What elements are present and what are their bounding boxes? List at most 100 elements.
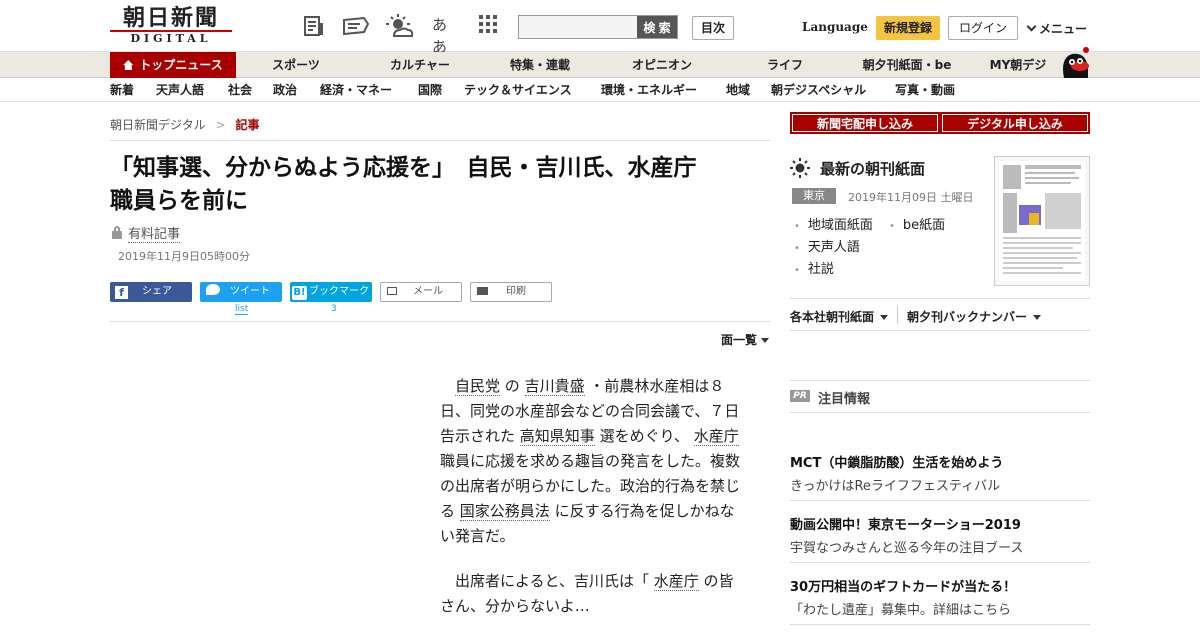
nav-item-life[interactable]: ライフ <box>750 52 820 78</box>
divider <box>790 624 1090 625</box>
caret-down-icon <box>761 338 770 343</box>
digital-subscribe-button[interactable]: デジタル申し込み <box>940 112 1090 134</box>
dropdown-label: 朝夕刊バックナンバー <box>907 310 1028 324</box>
nav-item-sports[interactable]: スポーツ <box>260 52 332 78</box>
back-number-dropdown[interactable]: 朝夕刊バックナンバー <box>907 308 1042 325</box>
menu-button[interactable]: メニュー <box>1026 20 1088 37</box>
subnav-item-politics[interactable]: 政治 <box>273 78 297 102</box>
twitter-share-button[interactable]: ツイート <box>200 282 282 302</box>
caret-down-icon <box>1033 315 1042 320</box>
nav-item-top-news[interactable]: トップニュース <box>110 52 236 78</box>
hatena-icon: B! <box>292 286 307 300</box>
nav-item-opinion[interactable]: オピニオン <box>622 52 702 78</box>
pr-badge: PR <box>790 390 810 402</box>
keyword-link[interactable]: 水産庁 <box>653 572 699 591</box>
article-title: 「知事選、分からぬよう応援を」 自民・吉川氏、水産庁 職員らを前に <box>110 152 770 218</box>
search-input[interactable] <box>519 16 637 38</box>
divider <box>110 321 770 322</box>
nav-item-culture[interactable]: カルチャー <box>380 52 460 78</box>
link-editorial[interactable]: 社説 <box>794 258 834 277</box>
newspaper-icon[interactable] <box>302 14 326 38</box>
pr-item-subtitle: きっかけはReライフフェスティバル <box>790 479 1001 494</box>
print-label: 印刷 <box>506 286 526 297</box>
subnav-item-economy[interactable]: 経済・マネー <box>320 78 392 102</box>
subnav-item-international[interactable]: 国際 <box>418 78 442 102</box>
weather-icon[interactable] <box>386 14 414 38</box>
tag-icon[interactable] <box>342 14 370 38</box>
subnav-item-region[interactable]: 地域 <box>726 78 750 102</box>
sub-nav: 新着 天声人語 社会 政治 経済・マネー 国際 テック＆サイエンス 環境・エネル… <box>0 78 1200 102</box>
regional-editions-dropdown[interactable]: 各本社朝刊紙面 <box>790 308 889 325</box>
breadcrumb-home[interactable]: 朝日新聞デジタル <box>110 118 206 132</box>
newspaper-delivery-button[interactable]: 新聞宅配申し込み <box>790 112 940 134</box>
dropdown-label: 各本社朝刊紙面 <box>790 310 875 324</box>
mascot-icon[interactable] <box>1056 44 1092 80</box>
keyword-link[interactable]: 吉川貴盛 <box>524 377 585 396</box>
main-nav: トップニュース スポーツ カルチャー 特集・連載 オピニオン ライフ 朝夕刊紙面… <box>0 47 1200 78</box>
subnav-item-tech[interactable]: テック＆サイエンス <box>464 78 572 102</box>
print-button[interactable]: 印刷 <box>470 282 552 302</box>
nav-item-newspaper[interactable]: 朝夕刊紙面・be <box>852 52 962 78</box>
site-header: 朝日新聞 DIGITAL ああ 検 索 目次 Language 新規登録 ログイ… <box>0 0 1200 56</box>
hatena-label: ブックマーク <box>309 286 369 297</box>
login-button[interactable]: ログイン <box>948 16 1018 40</box>
paid-article-label[interactable]: 有料記事 <box>112 223 181 243</box>
register-button[interactable]: 新規登録 <box>876 16 940 40</box>
subnav-item-tenseijingo[interactable]: 天声人語 <box>156 78 204 102</box>
body-text: の <box>504 377 520 395</box>
article-body: 自民党 の 吉川貴盛 ・前農林水産相は８日、同党の水産部会などの合同会議で、７日… <box>440 374 746 639</box>
mail-share-button[interactable]: メール <box>380 282 462 302</box>
search-button[interactable]: 検 索 <box>637 16 677 38</box>
hatena-bookmark-button[interactable]: B! ブックマーク <box>290 282 372 302</box>
breadcrumb-current: 記事 <box>235 118 260 132</box>
keyword-link[interactable]: 高知県知事 <box>519 427 595 446</box>
divider <box>790 412 1090 413</box>
toc-button[interactable]: 目次 <box>692 16 734 40</box>
link-tenseijingo[interactable]: 天声人語 <box>794 236 860 255</box>
pr-item-subtitle: 「わたし遺産」募集中。詳細はこちら <box>790 603 1012 618</box>
nav-item-my-asadigi[interactable]: MY朝デジ <box>980 52 1056 78</box>
page-list-dropdown[interactable]: 面一覧 <box>721 331 770 348</box>
link-be-page[interactable]: be紙面 <box>889 214 945 233</box>
breadcrumb-separator: > <box>215 118 226 132</box>
home-icon <box>123 60 134 70</box>
site-logo[interactable]: 朝日新聞 DIGITAL <box>110 6 232 46</box>
keyword-link[interactable]: 国家公務員法 <box>459 502 550 521</box>
breadcrumb: 朝日新聞デジタル > 記事 <box>110 116 260 133</box>
article-paragraph: 自民党 の 吉川貴盛 ・前農林水産相は８日、同党の水産部会などの合同会議で、７日… <box>440 374 746 549</box>
pr-item-title[interactable]: 30万円相当のギフトカードが当たる！ <box>790 576 1016 595</box>
facebook-share-label: シェア <box>142 286 172 297</box>
font-size-icon[interactable]: ああ <box>432 14 456 56</box>
subnav-item-society[interactable]: 社会 <box>228 78 252 102</box>
language-link[interactable]: Language <box>802 20 868 34</box>
title-line-1: 「知事選、分からぬよう応援を」 自民・吉川氏、水産庁 <box>110 155 697 181</box>
subnav-item-latest[interactable]: 新着 <box>110 78 134 102</box>
subnav-item-photo-video[interactable]: 写真・動画 <box>895 78 955 102</box>
body-text: 選をめぐり、 <box>599 427 689 445</box>
nav-item-features[interactable]: 特集・連載 <box>500 52 580 78</box>
hatena-count: 3 <box>331 304 337 314</box>
article-date: 2019年11月9日05時00分 <box>118 250 250 263</box>
link-regional-page[interactable]: 地域面紙面 <box>794 214 873 233</box>
newspaper-preview-image <box>999 161 1085 281</box>
title-line-2: 職員らを前に <box>110 188 248 214</box>
logo-main: 朝日新聞 <box>122 5 219 31</box>
pr-item-subtitle: 宇賀なつみさんと巡る今年の注目ブース <box>790 541 1024 556</box>
subnav-item-environment[interactable]: 環境・エネルギー <box>601 78 697 102</box>
subnav-item-special[interactable]: 朝デジスペシャル <box>771 78 866 102</box>
lock-icon <box>112 226 122 239</box>
keyword-link[interactable]: 水産庁 <box>693 427 739 446</box>
keyword-link[interactable]: 自民党 <box>455 377 501 396</box>
divider <box>790 298 1090 299</box>
pr-item-title[interactable]: 動画公開中！東京モーターショー2019 <box>790 514 1021 533</box>
twitter-share-label: ツイート <box>230 286 270 297</box>
pr-heading: 注目情報 <box>818 392 871 407</box>
newspaper-thumbnail[interactable] <box>994 156 1090 286</box>
facebook-share-button[interactable]: f シェア <box>110 282 192 302</box>
divider <box>110 140 770 141</box>
menu-label: メニュー <box>1039 22 1088 36</box>
pr-item-title[interactable]: MCT（中鎖脂肪酸）生活を始めよう <box>790 452 1003 471</box>
search-box: 検 索 <box>518 15 678 39</box>
grid-menu-icon[interactable] <box>478 14 502 38</box>
twitter-count[interactable]: list <box>235 304 249 315</box>
